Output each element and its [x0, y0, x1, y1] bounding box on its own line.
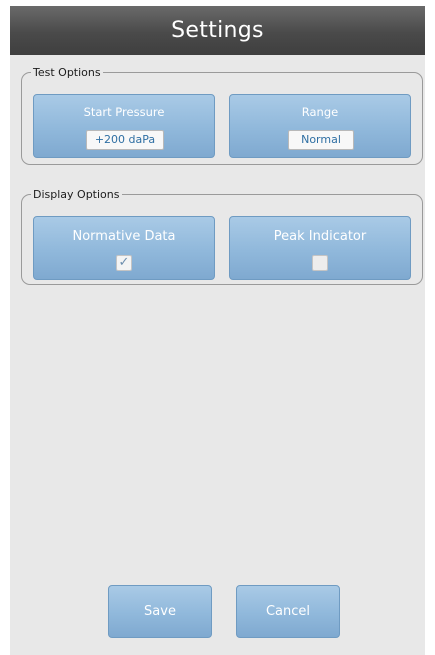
- normative-data-label: Normative Data: [72, 229, 176, 244]
- display-options-legend: Display Options: [33, 188, 120, 201]
- normative-data-tile[interactable]: Normative Data ✓: [33, 216, 215, 280]
- start-pressure-value[interactable]: +200 daPa: [86, 130, 164, 150]
- display-options-group: Display Options Normative Data ✓ Peak In…: [21, 188, 423, 285]
- start-pressure-tile[interactable]: Start Pressure +200 daPa: [33, 94, 215, 158]
- range-label: Range: [301, 105, 339, 119]
- range-tile[interactable]: Range Normal: [229, 94, 411, 158]
- peak-indicator-tile[interactable]: Peak Indicator: [229, 216, 411, 280]
- save-button[interactable]: Save: [108, 585, 212, 638]
- test-options-group: Test Options Start Pressure +200 daPa Ra…: [21, 66, 423, 165]
- peak-indicator-checkbox[interactable]: [312, 255, 328, 271]
- checkmark-icon: ✓: [118, 255, 130, 270]
- peak-indicator-label: Peak Indicator: [273, 229, 367, 244]
- settings-screen: Settings Test Options Start Pressure +20…: [10, 6, 425, 655]
- page-title: Settings: [171, 18, 264, 43]
- normative-data-checkbox[interactable]: ✓: [116, 255, 132, 271]
- title-bar: Settings: [10, 6, 425, 55]
- range-value[interactable]: Normal: [288, 130, 354, 150]
- cancel-button[interactable]: Cancel: [236, 585, 340, 638]
- start-pressure-label: Start Pressure: [83, 105, 165, 119]
- test-options-legend: Test Options: [33, 66, 101, 79]
